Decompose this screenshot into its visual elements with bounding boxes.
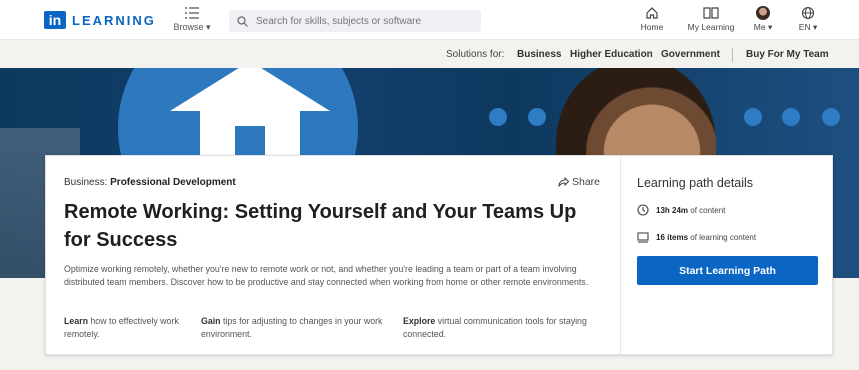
nav-home-label: Home (640, 22, 664, 32)
search-bar[interactable] (229, 10, 481, 32)
list-icon (185, 7, 199, 19)
feature-bold: Explore (403, 316, 436, 326)
details-heading: Learning path details (637, 176, 754, 190)
items-value: 16 items (656, 232, 689, 242)
learning-path-card: Business: Professional Development Share… (45, 155, 834, 356)
duration-suffix: of content (688, 205, 726, 215)
solutions-higher-education-link[interactable]: Higher Education (570, 49, 653, 60)
share-label: Share (572, 176, 601, 188)
nav-me[interactable]: Me ▾ (750, 6, 776, 33)
hero-dot (744, 108, 762, 126)
subnav-divider (732, 48, 733, 62)
items-row: 16 items of learning content (637, 231, 756, 243)
top-nav-bar: in LEARNING Browse ▾ Home My Learning Me… (0, 0, 859, 40)
linkedin-logo-icon: in (44, 11, 66, 29)
nav-me-label: Me ▾ (753, 22, 773, 32)
duration-row: 13h 24m of content (637, 204, 725, 216)
nav-language-label: EN ▾ (798, 22, 818, 32)
feature-item: Learn how to effectively work remotely. (64, 315, 194, 340)
duration-value: 13h 24m (656, 205, 689, 215)
solutions-subnav: Solutions for: Business Higher Education… (0, 40, 859, 68)
home-icon (646, 7, 658, 19)
feature-item: Explore virtual communication tools for … (403, 315, 603, 340)
hero-dot (489, 108, 507, 126)
search-input[interactable] (254, 14, 474, 28)
solutions-business-link[interactable]: Business (517, 49, 561, 60)
course-category: Business: Professional Development (64, 177, 236, 188)
share-icon (558, 177, 569, 187)
browse-label: Browse ▾ (173, 22, 211, 32)
share-button[interactable]: Share (558, 176, 600, 188)
course-description: Optimize working remotely, whether you'r… (64, 264, 589, 287)
solutions-for-label: Solutions for: (446, 49, 505, 60)
course-title: Remote Working: Setting Yourself and You… (64, 201, 577, 251)
solutions-government-link[interactable]: Government (661, 49, 720, 60)
items-suffix: of learning content (688, 232, 757, 242)
hero-dot (822, 108, 840, 126)
nav-my-learning[interactable]: My Learning (683, 6, 739, 32)
category-prefix: Business: (64, 177, 111, 188)
feature-text: tips for adjusting to changes in your wo… (201, 316, 383, 339)
browse-menu-button[interactable]: Browse ▾ (170, 6, 214, 33)
learning-path-details-panel: Learning path details 13h 24m of content… (620, 156, 834, 356)
logo-text: LEARNING (72, 12, 156, 28)
nav-my-learning-label: My Learning (687, 22, 735, 32)
house-graphic (170, 68, 330, 156)
book-icon (703, 7, 719, 19)
nav-language[interactable]: EN ▾ (795, 6, 821, 33)
category-name[interactable]: Professional Development (110, 177, 236, 188)
start-learning-path-button[interactable]: Start Learning Path (637, 256, 818, 285)
hero-dot (528, 108, 546, 126)
hero-dot (782, 108, 800, 126)
feature-item: Gain tips for adjusting to changes in yo… (201, 315, 411, 340)
avatar (756, 6, 770, 20)
linkedin-learning-logo[interactable]: in LEARNING (44, 11, 156, 29)
nav-home[interactable]: Home (636, 6, 668, 32)
clock-icon (637, 204, 649, 216)
feature-bold: Learn (64, 316, 88, 326)
course-info-panel: Business: Professional Development Share… (46, 156, 620, 356)
search-icon (237, 15, 248, 27)
buy-for-my-team-link[interactable]: Buy For My Team (746, 49, 829, 60)
globe-icon (801, 6, 815, 20)
content-items-icon (637, 232, 649, 243)
feature-bold: Gain (201, 316, 221, 326)
